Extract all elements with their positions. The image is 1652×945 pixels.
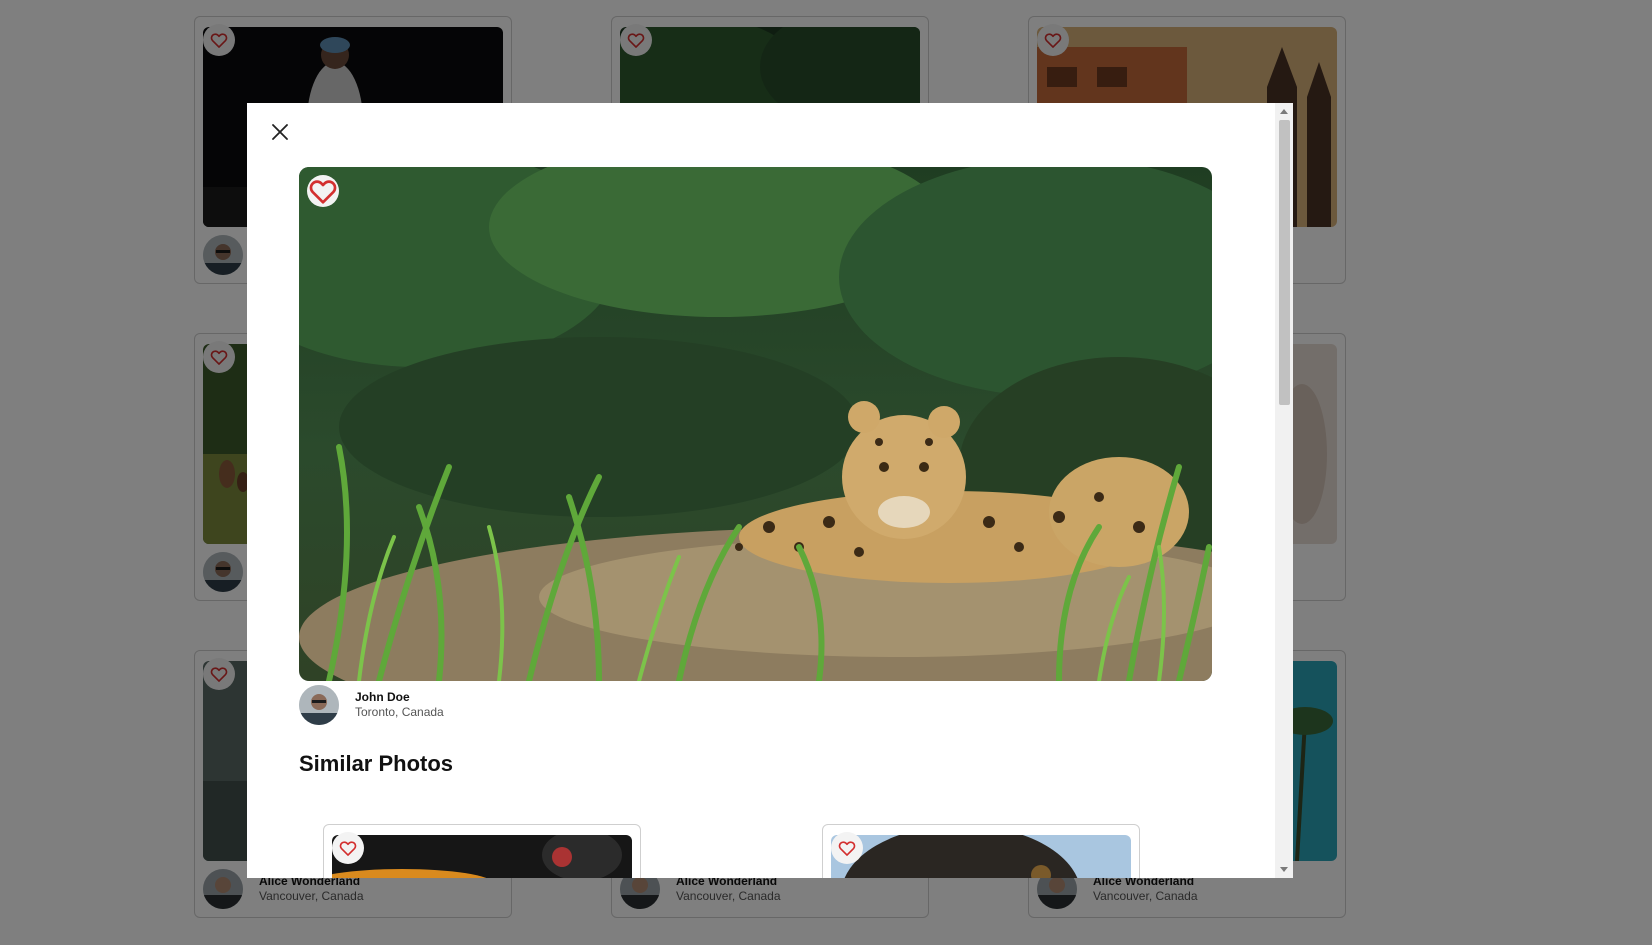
card-photo[interactable]: [831, 835, 1131, 878]
heart-outline-icon: [838, 841, 856, 856]
main-photo[interactable]: [299, 167, 1212, 681]
favorite-button[interactable]: [831, 832, 863, 864]
close-button[interactable]: [269, 121, 291, 143]
author-location: Toronto, Canada: [355, 705, 444, 719]
modal-scrollbar[interactable]: [1275, 103, 1293, 878]
card-photo[interactable]: [332, 835, 632, 878]
heart-outline-icon: [309, 180, 337, 204]
author-name[interactable]: John Doe: [355, 690, 444, 705]
scroll-up-button[interactable]: [1275, 103, 1293, 120]
favorite-button[interactable]: [307, 175, 339, 207]
avatar[interactable]: [299, 685, 339, 725]
heart-outline-icon: [339, 841, 357, 856]
scroll-down-button[interactable]: [1275, 861, 1293, 878]
similar-photos-heading: Similar Photos: [299, 751, 454, 776]
similar-photo-card[interactable]: [323, 824, 641, 878]
photo-detail-modal: John Doe Toronto, Canada Similar Photos: [247, 103, 1293, 878]
favorite-button[interactable]: [332, 832, 364, 864]
scroll-down-arrow-icon: [1280, 867, 1288, 872]
jaguar-photo: [299, 167, 1212, 681]
close-icon: [272, 124, 288, 140]
scroll-up-arrow-icon: [1280, 109, 1288, 114]
similar-photo-card[interactable]: [822, 824, 1140, 878]
photo-author: John Doe Toronto, Canada: [299, 685, 444, 725]
photo-gallery-page: Alice Wonderland Vancouver, Canada Alice…: [0, 0, 1652, 945]
scroll-thumb[interactable]: [1279, 120, 1290, 405]
